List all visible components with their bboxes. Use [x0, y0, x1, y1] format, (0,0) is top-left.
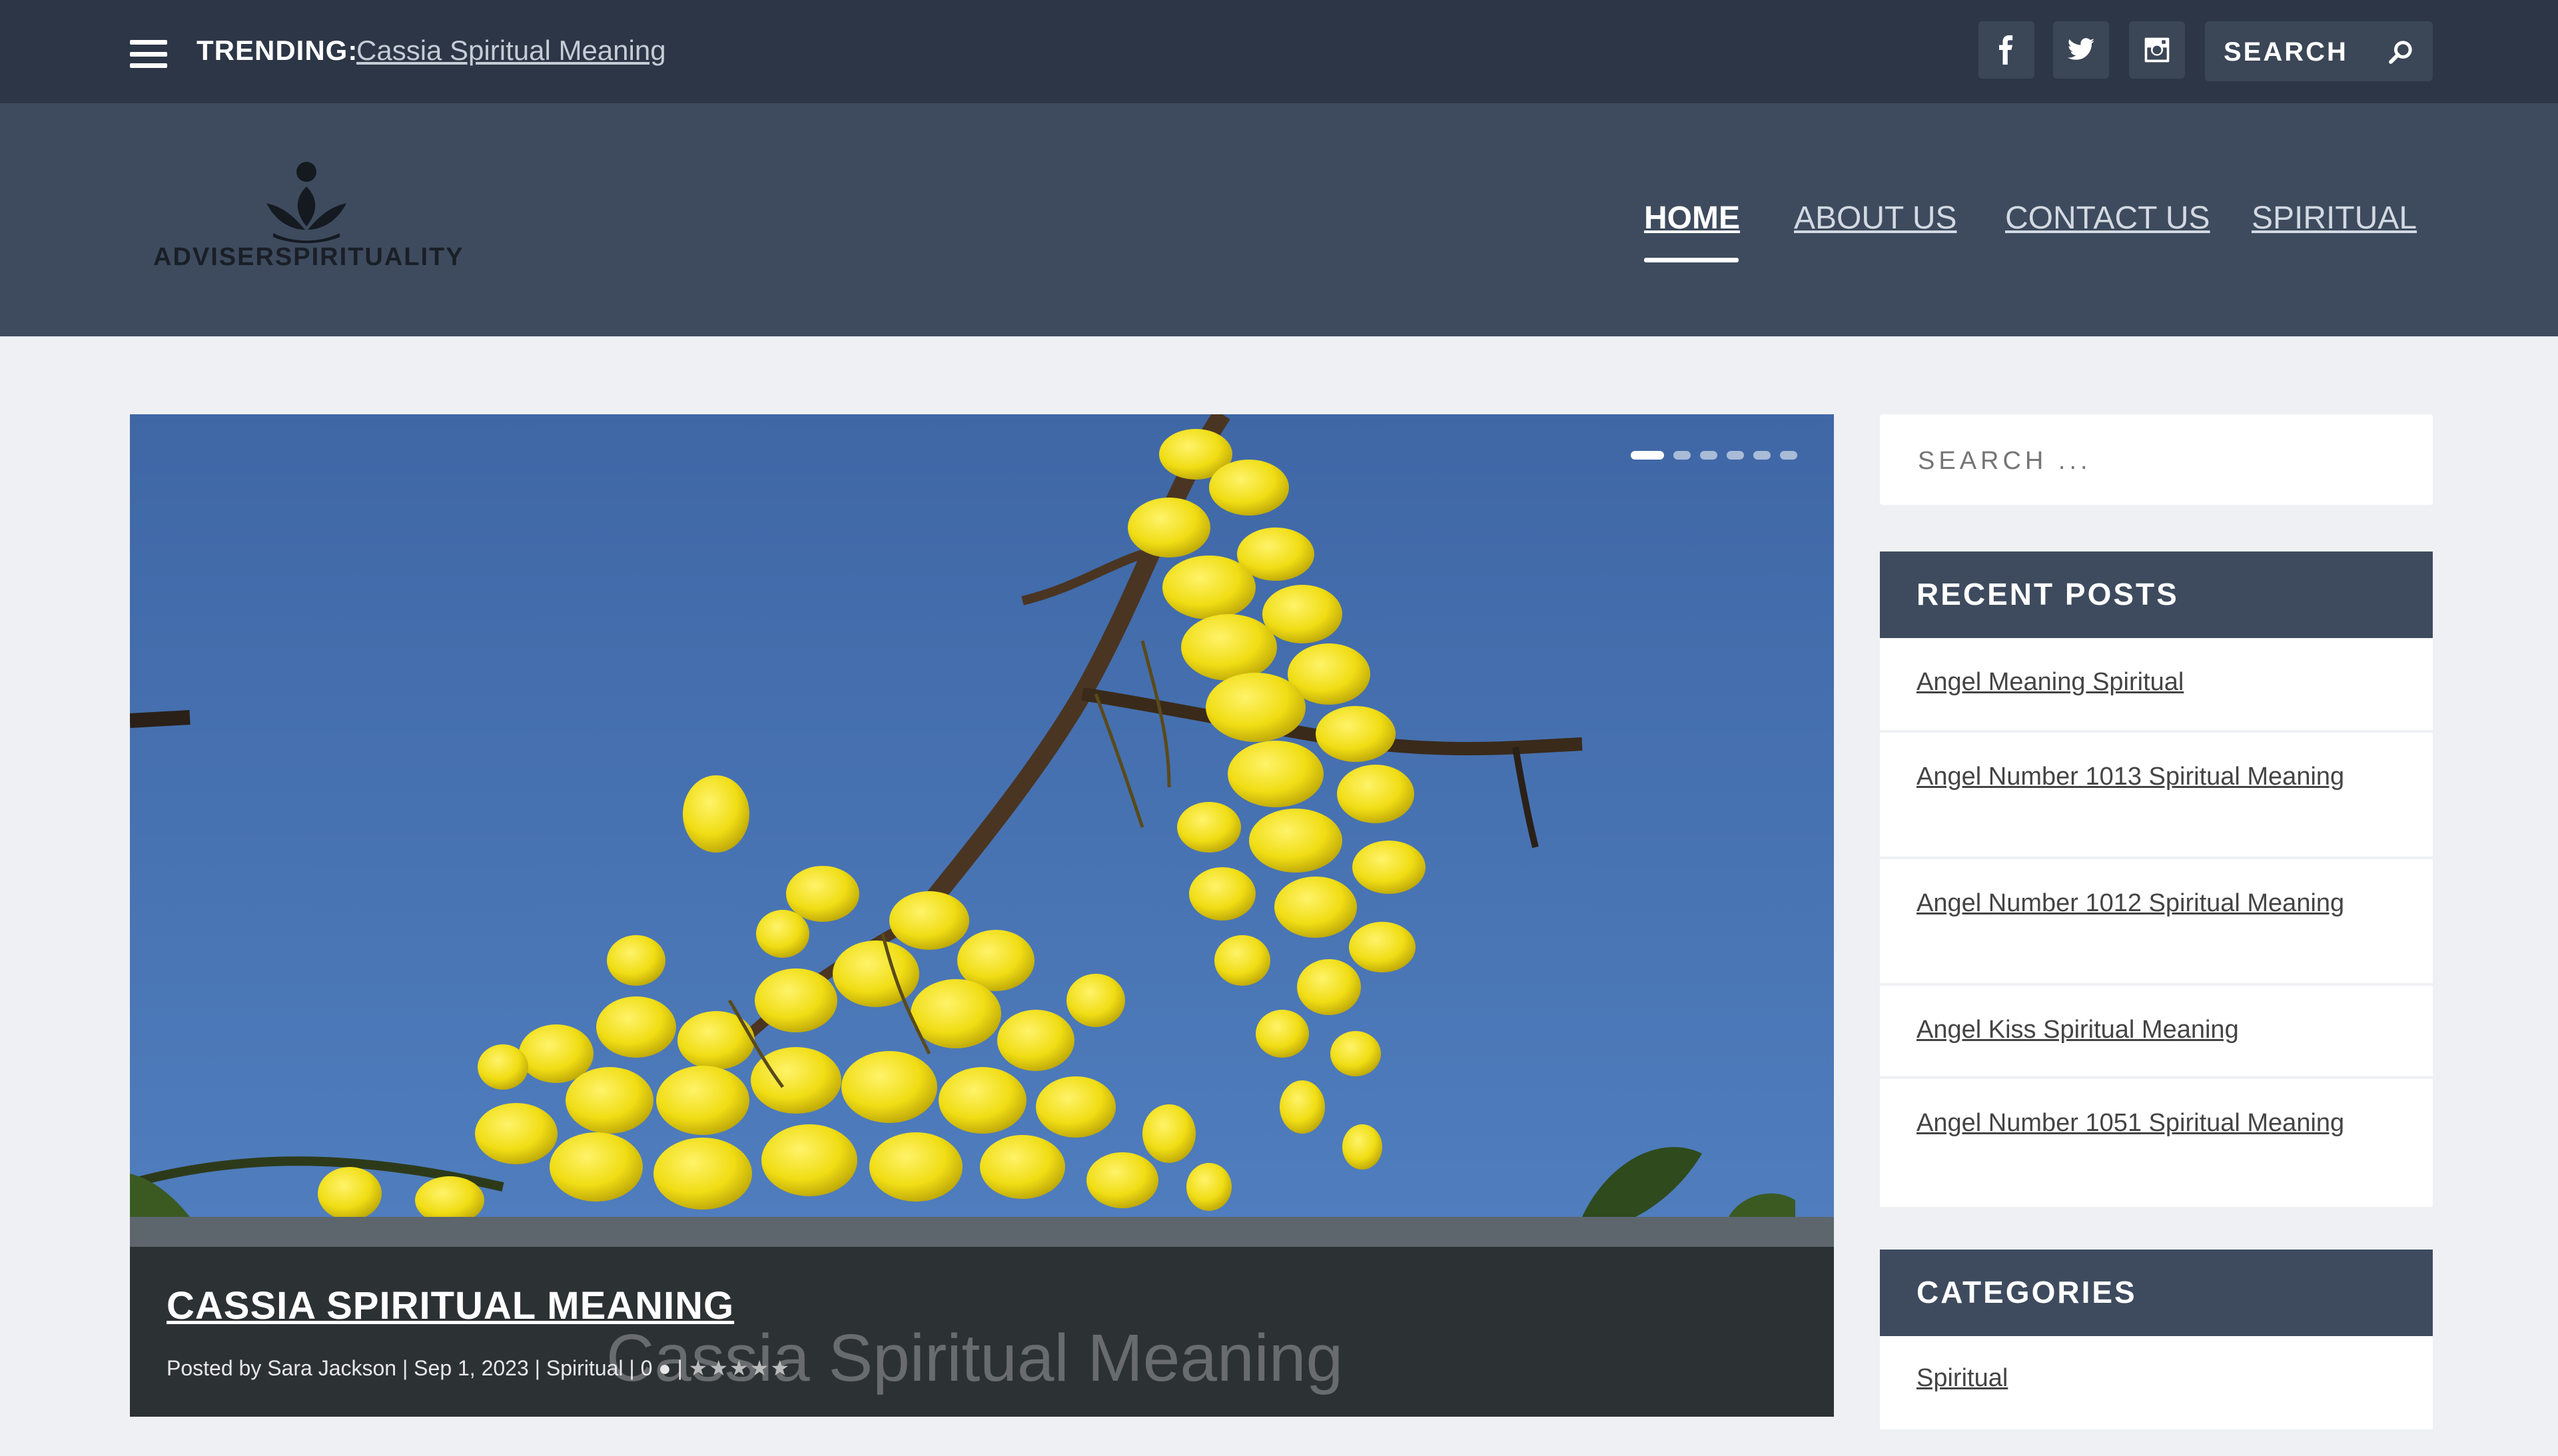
facebook-icon[interactable]	[1978, 21, 2034, 79]
rating-stars: ★★★★★	[688, 1356, 791, 1380]
recent-post-link[interactable]: Angel Number 1051 Spiritual Meaning	[1917, 1109, 2344, 1137]
slide-image	[130, 414, 1834, 1217]
nav-about-us[interactable]: ABOUT US	[1794, 200, 1957, 236]
search-icon	[2389, 41, 2412, 64]
recent-post-link[interactable]: Angel Meaning Spiritual	[1917, 668, 2184, 696]
site-header: ADVISERSPIRITUALITY HOME ABOUT US CONTAC…	[0, 103, 2558, 336]
slide-meta: Posted by Sara Jackson | Sep 1, 2023 | S…	[167, 1355, 791, 1381]
slide-meta-text: Posted by Sara Jackson | Sep 1, 2023 | S…	[167, 1356, 683, 1380]
list-item: Angel Number 1051 Spiritual Meaning	[1880, 1079, 2433, 1207]
slider-dots	[1631, 451, 1797, 460]
trending-label: TRENDING:	[197, 35, 358, 66]
featured-slider[interactable]: CASSIA SPIRITUAL MEANING Cassia Spiritua…	[130, 414, 1834, 1417]
sidebar-search-box	[1880, 414, 2433, 505]
lotus-person-icon	[266, 162, 346, 243]
top-bar: TRENDING: Cassia Spiritual Meaning SEARC…	[0, 0, 2558, 103]
slider-dot[interactable]	[1780, 451, 1797, 460]
list-item: Angel Kiss Spiritual Meaning	[1880, 986, 2433, 1079]
nav-contact-us[interactable]: CONTACT US	[2005, 200, 2210, 236]
instagram-icon[interactable]	[2129, 21, 2185, 79]
slider-dot[interactable]	[1673, 451, 1691, 460]
recent-post-link[interactable]: Angel Number 1012 Spiritual Meaning	[1917, 889, 2344, 917]
list-item: Spiritual	[1880, 1336, 2433, 1429]
sidebar-search-input[interactable]	[1917, 444, 2385, 478]
slider-dot[interactable]	[1727, 451, 1744, 460]
recent-posts-title: RECENT POSTS	[1880, 551, 2433, 638]
top-search-label: SEARCH	[2224, 37, 2348, 67]
slide-caption: CASSIA SPIRITUAL MEANING Cassia Spiritua…	[130, 1247, 1834, 1417]
recent-post-link[interactable]: Angel Kiss Spiritual Meaning	[1917, 1016, 2239, 1044]
nav-spiritual[interactable]: SPIRITUAL	[2252, 200, 2417, 236]
slider-dot[interactable]	[1753, 451, 1771, 460]
logo-text: ADVISERSPIRITUALITY	[153, 243, 464, 271]
nav-home[interactable]: HOME	[1644, 200, 1740, 236]
categories-title: CATEGORIES	[1880, 1250, 2433, 1336]
top-search-button[interactable]: SEARCH	[2205, 21, 2433, 81]
recent-posts-widget: RECENT POSTS Angel Meaning Spiritual Ang…	[1880, 551, 2433, 1207]
list-item: Angel Number 1013 Spiritual Meaning	[1880, 733, 2433, 859]
slider-dot[interactable]	[1631, 451, 1664, 460]
category-link[interactable]: Spiritual	[1917, 1364, 2008, 1392]
trending-link[interactable]: Cassia Spiritual Meaning	[356, 35, 666, 67]
menu-icon[interactable]	[130, 40, 167, 68]
list-item: Angel Number 1012 Spiritual Meaning	[1880, 859, 2433, 986]
twitter-icon[interactable]	[2053, 21, 2109, 79]
recent-post-link[interactable]: Angel Number 1013 Spiritual Meaning	[1917, 763, 2344, 791]
slide-divider	[130, 1217, 1834, 1247]
slider-dot[interactable]	[1700, 451, 1717, 460]
categories-widget: CATEGORIES Spiritual	[1880, 1250, 2433, 1429]
nav-active-indicator	[1644, 258, 1739, 262]
site-logo[interactable]: ADVISERSPIRITUALITY	[150, 160, 483, 286]
list-item: Angel Meaning Spiritual	[1880, 638, 2433, 733]
